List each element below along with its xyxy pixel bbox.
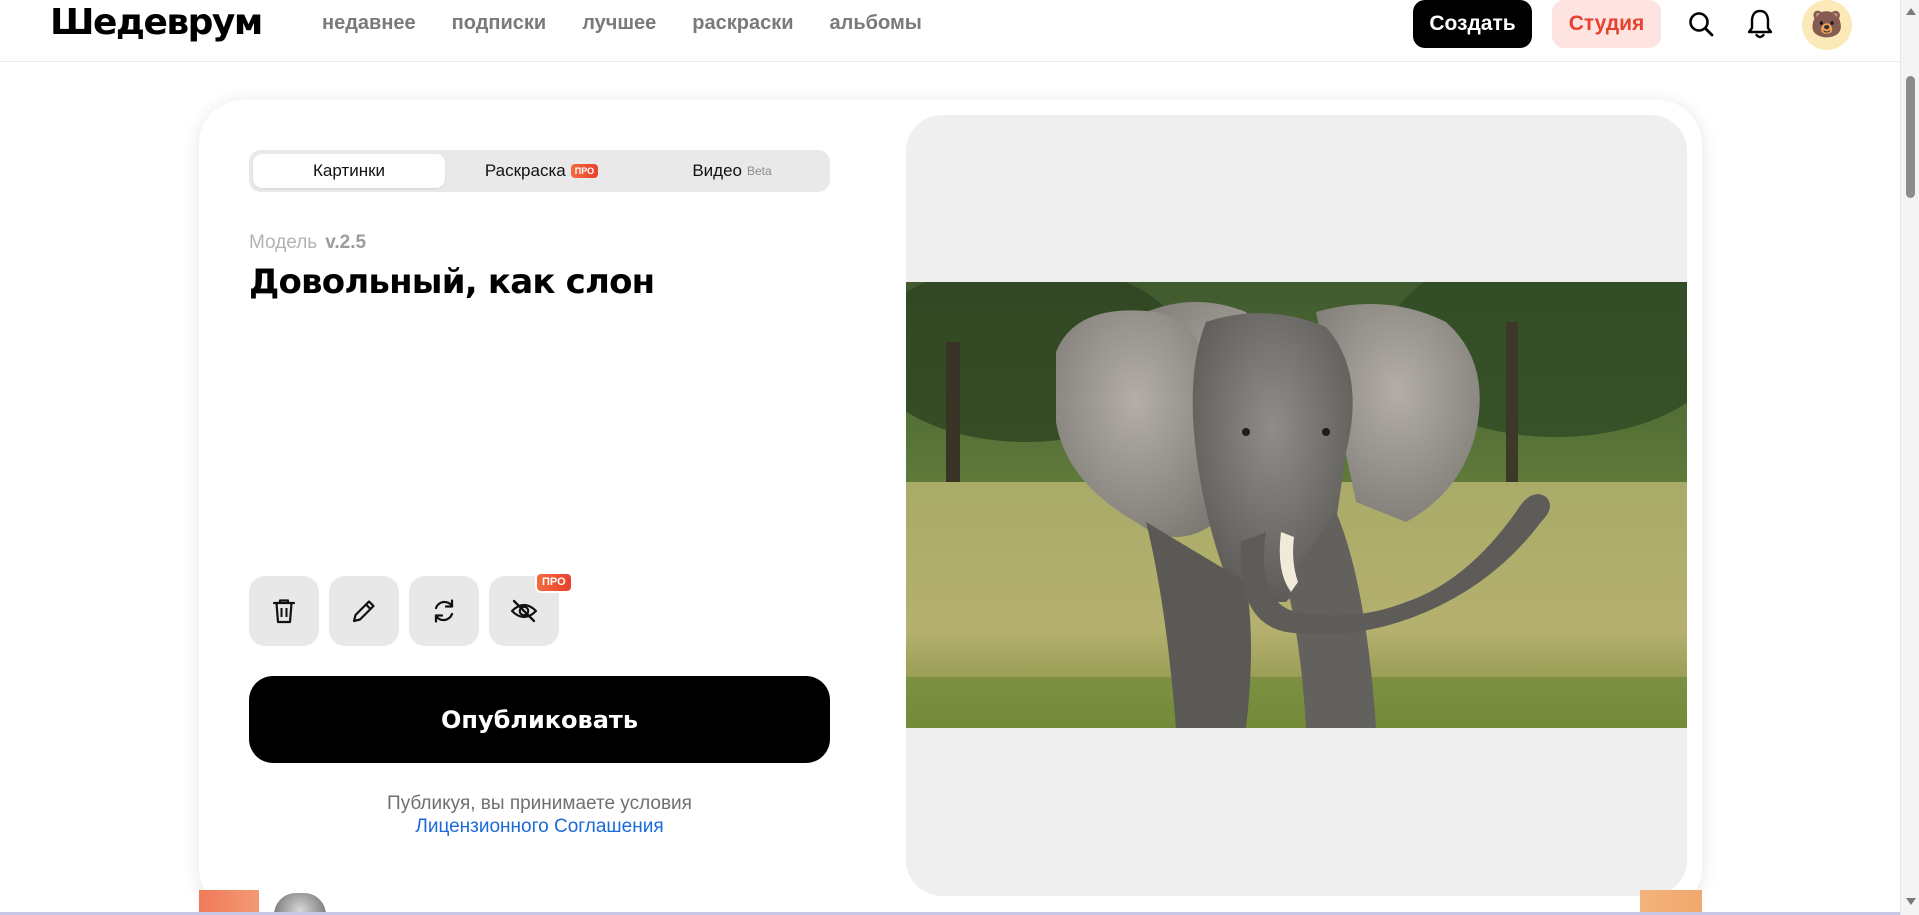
terms-text: Публикуя, вы принимаете условия	[387, 793, 692, 814]
tab-pictures-label: Картинки	[312, 161, 386, 180]
publish-button[interactable]: Опубликовать	[249, 676, 830, 763]
license-agreement-link[interactable]: Лицензионного Соглашения	[249, 815, 830, 838]
tab-video[interactable]: Видео Beta	[638, 154, 826, 188]
trash-icon	[272, 599, 296, 624]
license-terms: Публикуя, вы принимаете условия Лицензио…	[249, 792, 830, 838]
nav-item-best[interactable]: лучшее	[582, 10, 656, 36]
refresh-icon	[434, 599, 454, 623]
delete-button[interactable]	[249, 576, 319, 646]
model-version-value[interactable]: v.2.5	[325, 232, 366, 253]
pro-badge: ПРО	[570, 164, 599, 178]
page-scrollbar[interactable]	[1900, 0, 1919, 915]
eye-off-icon	[510, 599, 538, 623]
top-header: Шедеврум недавнее подписки лучшее раскра…	[0, 0, 1900, 62]
bell-icon[interactable]	[1742, 6, 1778, 42]
hide-pro-badge: ПРО	[535, 572, 573, 593]
model-version: Модель v.2.5	[249, 232, 366, 254]
beta-badge: Beta	[746, 164, 772, 178]
main-nav: недавнее подписки лучшее раскраски альбо…	[322, 10, 958, 36]
pencil-icon	[352, 600, 375, 623]
site-logo[interactable]: Шедеврум	[50, 2, 263, 43]
tab-coloring[interactable]: Раскраска ПРО	[449, 154, 634, 188]
studio-button[interactable]: Студия	[1552, 0, 1661, 48]
avatar[interactable]: 🐻	[1802, 0, 1852, 50]
tab-coloring-label: Раскраска	[484, 161, 566, 180]
regenerate-button[interactable]	[409, 576, 479, 646]
nav-item-recent[interactable]: недавнее	[322, 10, 416, 36]
search-icon[interactable]	[1683, 6, 1719, 42]
edit-button[interactable]	[329, 576, 399, 646]
generated-image[interactable]	[906, 282, 1687, 728]
scroll-down-icon[interactable]	[1906, 898, 1916, 905]
tab-pictures[interactable]: Картинки	[253, 154, 445, 188]
nav-item-albums[interactable]: альбомы	[830, 10, 922, 36]
tab-video-label: Видео	[692, 161, 742, 180]
nav-item-coloring[interactable]: раскраски	[692, 10, 793, 36]
bear-avatar-icon: 🐻	[1810, 10, 1844, 40]
scroll-thumb[interactable]	[1906, 76, 1915, 198]
scroll-up-icon[interactable]	[1906, 8, 1916, 15]
mode-tabs: Картинки Раскраска ПРО Видео Beta	[249, 150, 830, 192]
nav-item-subscriptions[interactable]: подписки	[452, 10, 547, 36]
image-preview-panel	[906, 115, 1687, 896]
model-label: Модель	[249, 232, 318, 253]
prompt-title: Довольный, как слон	[249, 262, 655, 302]
create-button[interactable]: Создать	[1413, 0, 1532, 48]
